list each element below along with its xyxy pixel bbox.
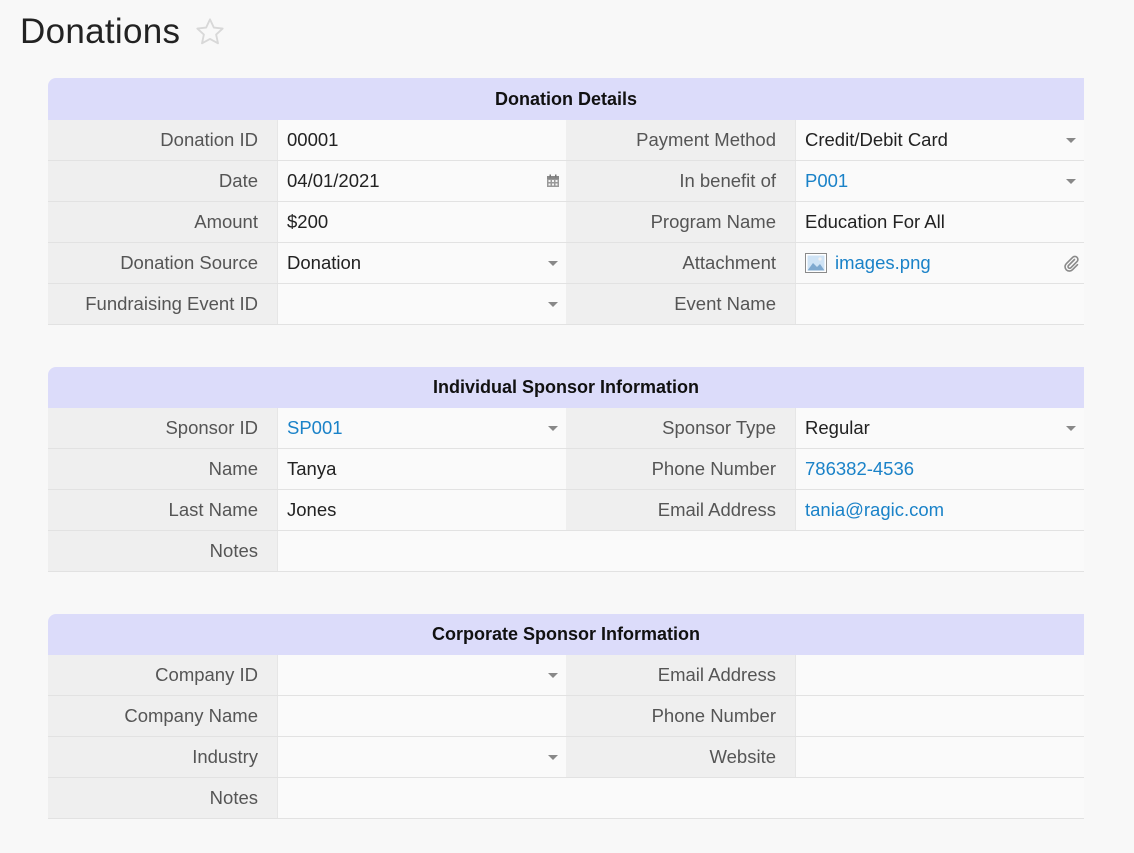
field-value: Donation [287, 252, 362, 273]
dropdown-caret-icon[interactable] [548, 302, 558, 307]
form-row: Donation ID 00001 Payment Method Credit/… [48, 120, 1084, 161]
field-label: Amount [48, 202, 277, 242]
field-label: Attachment [566, 243, 795, 283]
phone-number-field[interactable]: 786382-4536 [795, 449, 1084, 489]
field-label: Company ID [48, 655, 277, 695]
form-row: Sponsor ID SP001 Sponsor Type Regular [48, 408, 1084, 449]
field-label: Name [48, 449, 277, 489]
phone-link[interactable]: 786382-4536 [805, 458, 914, 479]
email-link[interactable]: tania@ragic.com [805, 499, 944, 520]
field-label: Event Name [566, 284, 795, 324]
company-id-select[interactable] [277, 655, 566, 695]
company-phone-field[interactable] [795, 696, 1084, 736]
program-name-field[interactable]: Education For All [795, 202, 1084, 242]
page-title-text: Donations [20, 12, 181, 51]
corporate-sponsor-section: Corporate Sponsor Information Company ID… [48, 614, 1084, 819]
name-field[interactable]: Tanya [277, 449, 566, 489]
image-file-icon [805, 253, 827, 273]
field-label: Date [48, 161, 277, 201]
field-label: Donation ID [48, 120, 277, 160]
field-value: 00001 [287, 129, 339, 150]
page-title: Donations [20, 12, 226, 52]
section-header: Corporate Sponsor Information [48, 614, 1084, 655]
form-row: Notes [48, 778, 1084, 819]
dropdown-caret-icon[interactable] [548, 426, 558, 431]
fundraising-event-id-select[interactable] [277, 284, 566, 324]
field-label: Notes [48, 531, 277, 571]
notes-field[interactable] [277, 531, 1084, 571]
form-row: Name Tanya Phone Number 786382-4536 [48, 449, 1084, 490]
field-label: Phone Number [566, 449, 795, 489]
individual-sponsor-section: Individual Sponsor Information Sponsor I… [48, 367, 1084, 572]
field-label: Sponsor ID [48, 408, 277, 448]
form-row: Donation Source Donation Attachment imag… [48, 243, 1084, 284]
field-label: Website [566, 737, 795, 777]
section-header: Donation Details [48, 78, 1084, 120]
field-link-value[interactable]: P001 [805, 170, 848, 191]
field-label: Email Address [566, 655, 795, 695]
form-row: Industry Website [48, 737, 1084, 778]
star-outline-icon[interactable] [194, 16, 226, 48]
field-label: Fundraising Event ID [48, 284, 277, 324]
email-address-field[interactable]: tania@ragic.com [795, 490, 1084, 530]
in-benefit-of-select[interactable]: P001 [795, 161, 1084, 201]
sponsor-id-select[interactable]: SP001 [277, 408, 566, 448]
industry-select[interactable] [277, 737, 566, 777]
field-label: Company Name [48, 696, 277, 736]
form-row: Company Name Phone Number [48, 696, 1084, 737]
field-value: $200 [287, 211, 329, 232]
dropdown-caret-icon[interactable] [548, 261, 558, 266]
form-row: Date 04/01/2021 In benefit of P001 [48, 161, 1084, 202]
field-label: Notes [48, 778, 277, 818]
field-value: Tanya [287, 458, 337, 479]
field-label: Industry [48, 737, 277, 777]
field-link-value[interactable]: SP001 [287, 417, 343, 438]
field-value: Regular [805, 417, 870, 438]
field-label: Phone Number [566, 696, 795, 736]
section-header: Individual Sponsor Information [48, 367, 1084, 408]
amount-field[interactable]: $200 [277, 202, 566, 242]
field-value: 04/01/2021 [287, 170, 380, 191]
last-name-field[interactable]: Jones [277, 490, 566, 530]
form-row: Company ID Email Address [48, 655, 1084, 696]
donation-source-select[interactable]: Donation [277, 243, 566, 283]
field-label: Email Address [566, 490, 795, 530]
calendar-icon[interactable] [546, 174, 560, 188]
field-value: Jones [287, 499, 337, 520]
payment-method-select[interactable]: Credit/Debit Card [795, 120, 1084, 160]
field-label: Payment Method [566, 120, 795, 160]
form-row: Amount $200 Program Name Education For A… [48, 202, 1084, 243]
attachment-field[interactable]: images.png [795, 243, 1084, 283]
field-value: Credit/Debit Card [805, 129, 948, 150]
company-notes-field[interactable] [277, 778, 1084, 818]
date-field[interactable]: 04/01/2021 [277, 161, 566, 201]
sponsor-type-select[interactable]: Regular [795, 408, 1084, 448]
field-value: Education For All [805, 211, 945, 232]
form-row: Fundraising Event ID Event Name [48, 284, 1084, 325]
dropdown-caret-icon[interactable] [1066, 426, 1076, 431]
form-row: Last Name Jones Email Address tania@ragi… [48, 490, 1084, 531]
company-name-field[interactable] [277, 696, 566, 736]
field-label: Last Name [48, 490, 277, 530]
event-name-field[interactable] [795, 284, 1084, 324]
website-field[interactable] [795, 737, 1084, 777]
dropdown-caret-icon[interactable] [1066, 179, 1076, 184]
form-row: Notes [48, 531, 1084, 572]
donation-id-field[interactable]: 00001 [277, 120, 566, 160]
paperclip-icon[interactable] [1062, 254, 1080, 272]
attachment-link[interactable]: images.png [835, 252, 931, 273]
dropdown-caret-icon[interactable] [548, 673, 558, 678]
donation-details-section: Donation Details Donation ID 00001 Payme… [48, 78, 1084, 325]
field-label: In benefit of [566, 161, 795, 201]
dropdown-caret-icon[interactable] [548, 755, 558, 760]
field-label: Program Name [566, 202, 795, 242]
field-label: Donation Source [48, 243, 277, 283]
dropdown-caret-icon[interactable] [1066, 138, 1076, 143]
company-email-field[interactable] [795, 655, 1084, 695]
field-label: Sponsor Type [566, 408, 795, 448]
